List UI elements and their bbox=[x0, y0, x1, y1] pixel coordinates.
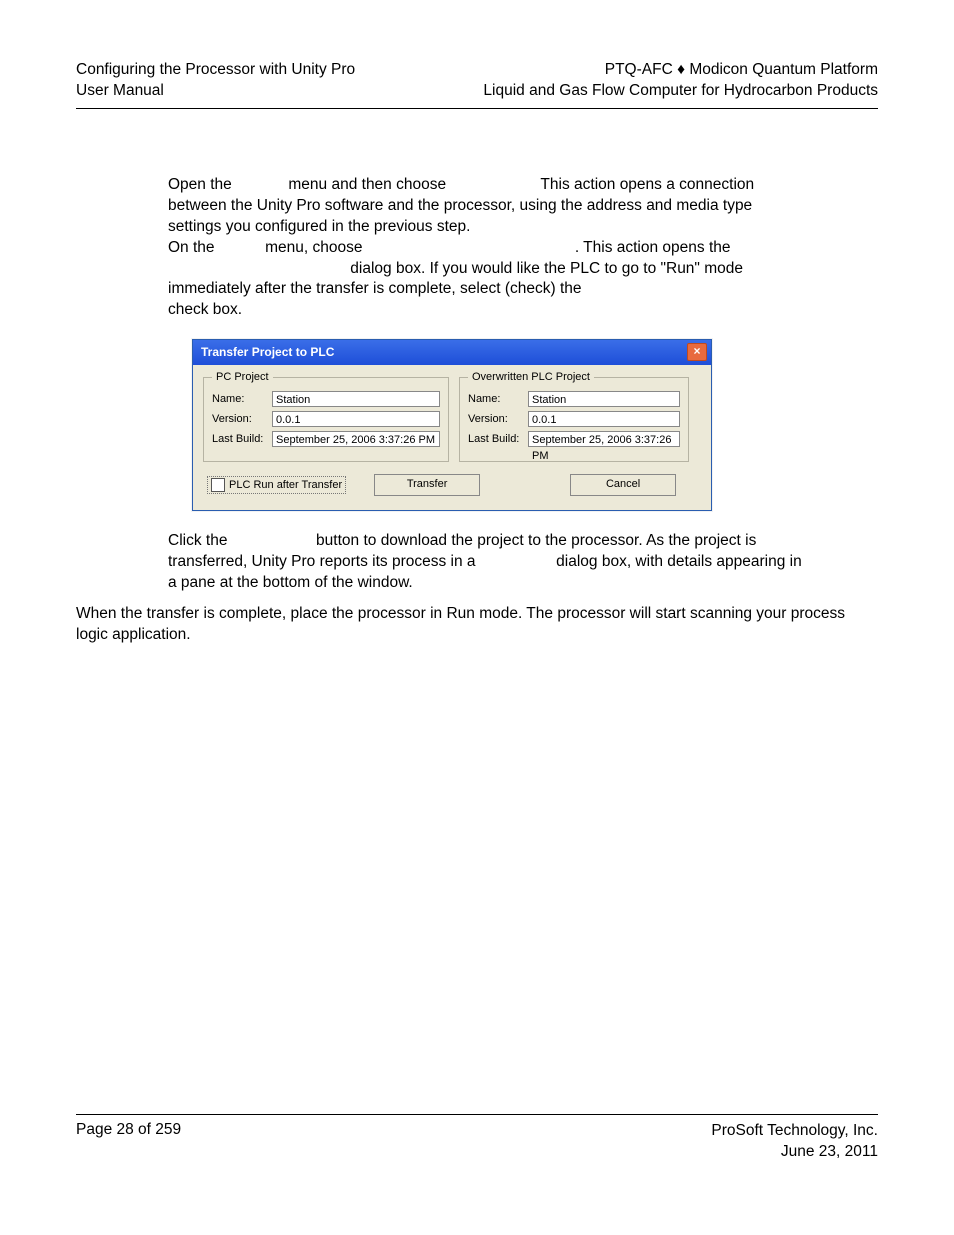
p1-t2: menu and then choose bbox=[284, 176, 450, 193]
page-footer: Page 28 of 259 ProSoft Technology, Inc. … bbox=[76, 1114, 878, 1163]
hdr-r1-a: PTQ-AFC bbox=[605, 61, 677, 78]
p1-t4: On the bbox=[168, 239, 219, 256]
paragraph-2: Click the button to download the project… bbox=[168, 531, 808, 594]
page: Configuring the Processor with Unity Pro… bbox=[0, 0, 954, 1235]
plc-project-legend: Overwritten PLC Project bbox=[468, 371, 594, 383]
label-name: Name: bbox=[212, 393, 272, 405]
footer-page: Page 28 of 259 bbox=[76, 1121, 181, 1163]
footer-right: ProSoft Technology, Inc. June 23, 2011 bbox=[711, 1121, 878, 1163]
label-lastbuild-2: Last Build: bbox=[468, 433, 528, 445]
transfer-dialog: Transfer Project to PLC × PC Project Nam… bbox=[192, 339, 712, 511]
footer-company: ProSoft Technology, Inc. bbox=[711, 1121, 878, 1142]
pc-name-field[interactable]: Station bbox=[272, 391, 440, 407]
label-version: Version: bbox=[212, 413, 272, 425]
footer-date: June 23, 2011 bbox=[711, 1142, 878, 1163]
close-icon[interactable]: × bbox=[687, 343, 707, 361]
dialog-titlebar: Transfer Project to PLC × bbox=[193, 340, 711, 365]
pc-lastbuild-field[interactable]: September 25, 2006 3:37:26 PM bbox=[272, 431, 440, 447]
pc-lastbuild-row: Last Build: September 25, 2006 3:37:26 P… bbox=[212, 431, 440, 447]
plc-run-checkbox-wrap[interactable]: PLC Run after Transfer bbox=[207, 476, 346, 494]
pc-version-field[interactable]: 0.0.1 bbox=[272, 411, 440, 427]
p1-t1: Open the bbox=[168, 176, 236, 193]
plc-version-row: Version: 0.0.1 bbox=[468, 411, 680, 427]
p1-t3: This action opens a connection between t… bbox=[168, 176, 754, 235]
header-left: Configuring the Processor with Unity Pro… bbox=[76, 60, 355, 102]
transfer-button[interactable]: Transfer bbox=[374, 474, 480, 496]
label-version-2: Version: bbox=[468, 413, 528, 425]
header-right-line1: PTQ-AFC ♦ Modicon Quantum Platform bbox=[483, 60, 878, 81]
pc-project-group: PC Project Name: Station Version: 0.0.1 … bbox=[203, 371, 449, 462]
label-name-2: Name: bbox=[468, 393, 528, 405]
dialog-body: PC Project Name: Station Version: 0.0.1 … bbox=[193, 365, 711, 510]
plc-project-group: Overwritten PLC Project Name: Station Ve… bbox=[459, 371, 689, 462]
header-left-line2: User Manual bbox=[76, 81, 355, 102]
p1-t6: . This action opens the bbox=[575, 239, 731, 256]
cancel-button[interactable]: Cancel bbox=[570, 474, 676, 496]
plc-name-row: Name: Station bbox=[468, 391, 680, 407]
dialog-title: Transfer Project to PLC bbox=[201, 345, 334, 359]
dialog-screenshot: Transfer Project to PLC × PC Project Nam… bbox=[192, 339, 878, 511]
header-right-line2: Liquid and Gas Flow Computer for Hydroca… bbox=[483, 81, 878, 102]
page-header: Configuring the Processor with Unity Pro… bbox=[76, 60, 878, 109]
p2-t1: Click the bbox=[168, 532, 232, 549]
dialog-bottom-row: PLC Run after Transfer Transfer Cancel bbox=[203, 472, 701, 500]
checkbox-icon[interactable] bbox=[211, 478, 225, 492]
hdr-r1-b: Modicon Quantum Platform bbox=[685, 61, 878, 78]
plc-run-checkbox-label: PLC Run after Transfer bbox=[229, 479, 342, 491]
plc-lastbuild-field[interactable]: September 25, 2006 3:37:26 PM bbox=[528, 431, 680, 447]
plc-lastbuild-row: Last Build: September 25, 2006 3:37:26 P… bbox=[468, 431, 680, 447]
pc-version-row: Version: 0.0.1 bbox=[212, 411, 440, 427]
label-lastbuild: Last Build: bbox=[212, 433, 272, 445]
p1-t5: menu, choose bbox=[261, 239, 367, 256]
paragraph-3: When the transfer is complete, place the… bbox=[76, 604, 878, 646]
paragraph-1: Open the menu and then choose This actio… bbox=[168, 175, 808, 321]
pc-name-row: Name: Station bbox=[212, 391, 440, 407]
plc-version-field[interactable]: 0.0.1 bbox=[528, 411, 680, 427]
header-right: PTQ-AFC ♦ Modicon Quantum Platform Liqui… bbox=[483, 60, 878, 102]
p1-t7: dialog box. If you would like the PLC to… bbox=[168, 260, 743, 298]
header-left-line1: Configuring the Processor with Unity Pro bbox=[76, 60, 355, 81]
p1-t8: check box. bbox=[168, 301, 242, 318]
pc-project-legend: PC Project bbox=[212, 371, 273, 383]
plc-name-field[interactable]: Station bbox=[528, 391, 680, 407]
diamond-icon: ♦ bbox=[677, 61, 685, 78]
